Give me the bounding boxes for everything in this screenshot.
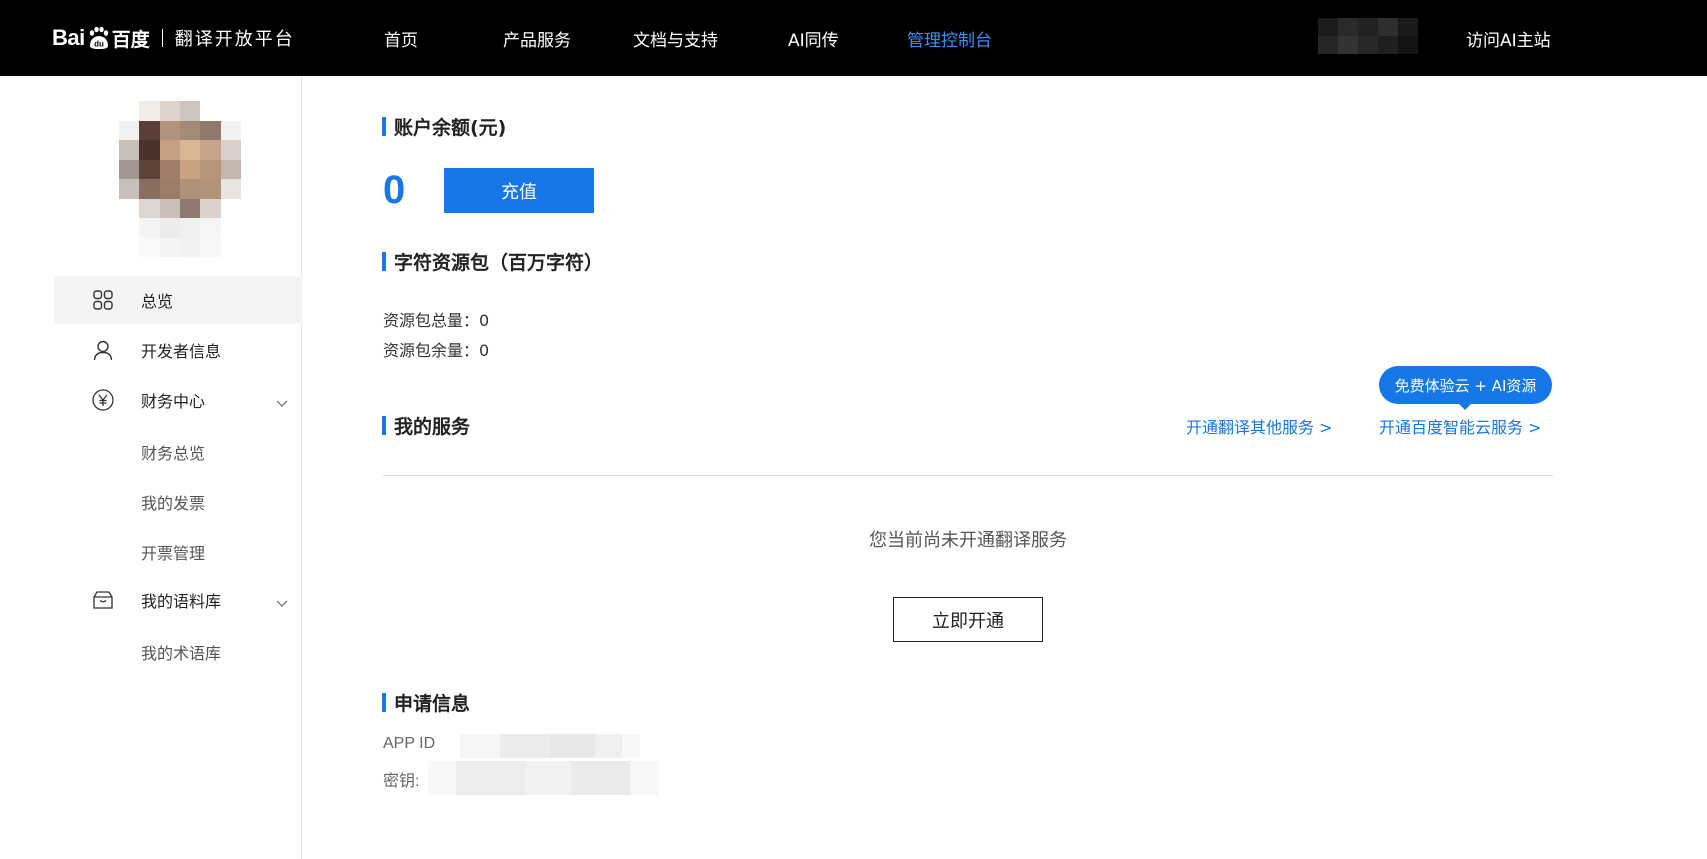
grid-icon: [92, 289, 114, 311]
package-remaining: 资源包余量：0: [383, 341, 490, 360]
sidebar: 总览 开发者信息 财务中心 财务总览 我的发票 开票管理 我的语料库 我的术语库: [0, 76, 302, 859]
sidebar-item-my-termbase[interactable]: 我的术语库: [141, 640, 221, 664]
logo-baidu-cn: 百度: [111, 28, 150, 51]
user-icon: [92, 339, 114, 361]
app-id-value-redacted: [460, 734, 640, 758]
account-balance-title: 账户余额(元): [382, 114, 506, 139]
nav-docs-support[interactable]: 文档与支持: [633, 0, 718, 76]
my-services-title: 我的服务: [382, 413, 470, 438]
yuan-circle-icon: [92, 389, 114, 411]
nav-products[interactable]: 产品服务: [503, 0, 571, 76]
package-total: 资源包总量：0: [383, 311, 490, 330]
open-other-services-link[interactable]: 开通翻译其他服务 >: [1186, 414, 1333, 438]
sidebar-item-label: 开发者信息: [141, 342, 222, 361]
sidebar-item-overview[interactable]: 总览: [54, 276, 302, 324]
no-service-message: 您当前尚未开通翻译服务: [869, 530, 1067, 551]
visit-ai-site-link[interactable]: 访问AI主站: [1466, 0, 1551, 76]
chevron-down-icon[interactable]: [276, 394, 288, 407]
sidebar-item-finance-overview[interactable]: 财务总览: [141, 440, 205, 464]
user-name-redacted: [1318, 18, 1418, 54]
sidebar-item-my-invoices[interactable]: 我的发票: [141, 490, 205, 514]
chevron-down-icon[interactable]: [276, 594, 288, 607]
open-baidu-cloud-link[interactable]: 开通百度智能云服务 >: [1379, 414, 1542, 438]
top-navigation-bar: Bai du 百度 翻译开放平台 首页 产品服务 文档与支持 AI同传 管理控制…: [0, 0, 1707, 76]
application-info-title: 申请信息: [382, 690, 470, 715]
avatar[interactable]: [119, 101, 241, 257]
box-icon: [92, 589, 114, 611]
app-id-label: APP ID: [383, 735, 436, 752]
logo-du-text: du: [94, 40, 104, 49]
open-now-button[interactable]: 立即开通: [893, 597, 1043, 642]
sidebar-item-developer-info[interactable]: 开发者信息: [54, 326, 302, 374]
sidebar-item-label: 财务中心: [141, 392, 206, 411]
sidebar-item-finance-center[interactable]: 财务中心: [54, 376, 302, 424]
promo-tooltip-badge[interactable]: 免费体验云 + AI资源: [1379, 366, 1552, 410]
sidebar-item-label: 我的语料库: [141, 592, 222, 611]
logo-product-name: 翻译开放平台: [174, 29, 295, 50]
secret-key-label: 密钥:: [383, 773, 420, 790]
nav-ai-interpretation[interactable]: AI同传: [788, 0, 839, 76]
recharge-button[interactable]: 充值: [444, 168, 594, 213]
nav-home[interactable]: 首页: [384, 0, 418, 76]
secret-key-value-redacted: [428, 761, 658, 795]
balance-value: 0: [383, 168, 406, 212]
character-package-title: 字符资源包（百万字符）: [382, 249, 603, 274]
nav-console[interactable]: 管理控制台: [907, 0, 992, 76]
divider: [383, 475, 1553, 476]
baidu-paw-icon: du: [86, 26, 110, 50]
sidebar-item-label: 总览: [141, 292, 174, 311]
baidu-translate-logo[interactable]: Bai du 百度 翻译开放平台: [52, 18, 295, 58]
sidebar-item-invoice-management[interactable]: 开票管理: [141, 540, 205, 564]
logo-separator: [161, 29, 163, 47]
logo-bai-text: Bai: [52, 25, 85, 50]
sidebar-item-my-corpus[interactable]: 我的语料库: [54, 576, 302, 624]
